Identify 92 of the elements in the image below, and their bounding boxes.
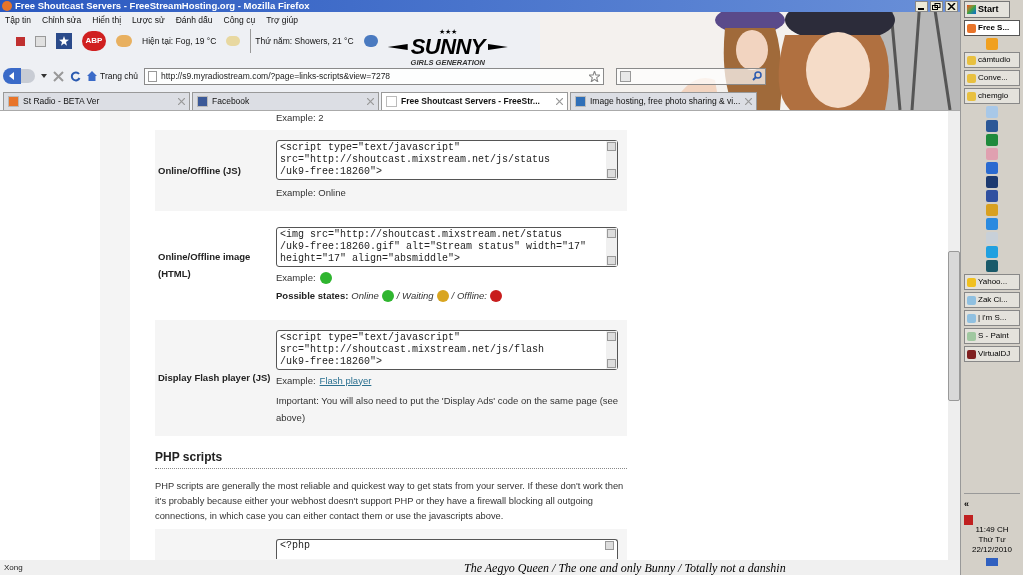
note-text: Example: xyxy=(276,373,316,388)
scrollbar[interactable] xyxy=(606,228,617,266)
app-icon[interactable] xyxy=(986,260,998,272)
app-icon[interactable] xyxy=(986,190,998,202)
code-line: height="17" align="absmiddle"> xyxy=(280,253,462,265)
taskbar-button[interactable]: Free S... xyxy=(964,20,1020,36)
section-heading: PHP scripts xyxy=(155,447,627,469)
menu-item[interactable]: Đánh dấu xyxy=(175,13,213,27)
code-line: src="http://shoutcast.mixstream.net/js/status xyxy=(280,154,552,166)
state-label: Online xyxy=(351,289,379,304)
taskbar-button[interactable]: VirtualDJ xyxy=(964,346,1020,362)
tab-label: Free Shoutcast Servers - FreeStr... xyxy=(401,95,541,108)
minimize-icon[interactable] xyxy=(915,0,928,12)
scrollbar[interactable] xyxy=(606,141,617,179)
code-line: /uk9-free:18260"> xyxy=(280,355,384,368)
app-icon[interactable] xyxy=(986,162,998,174)
search-icon[interactable] xyxy=(751,71,762,81)
taskbar-button[interactable]: S - Paint xyxy=(964,328,1020,344)
state-label: / Waiting xyxy=(396,289,434,304)
tab-label: Facebook xyxy=(212,95,251,108)
row-label: Online/Offline image (HTML) xyxy=(158,250,252,282)
scrollbar[interactable] xyxy=(948,111,960,560)
note-text: Example: Online xyxy=(276,186,347,200)
note-text: Example: xyxy=(276,271,316,285)
clock-date: 22/12/2010 xyxy=(971,544,1012,555)
menu-item[interactable]: Chỉnh sửa xyxy=(42,13,82,27)
clock-day: Thứ Tư xyxy=(978,534,1006,545)
code-box[interactable]: <?php xyxy=(276,538,618,559)
code-line: /uk9-free:18260"> xyxy=(280,166,384,178)
status-text: Xong xyxy=(4,561,24,574)
restore-icon[interactable] xyxy=(930,0,943,12)
url-text: http://s9.myradiostream.com/?page=links-scripts&view=7278 xyxy=(160,69,391,83)
taskbar-button[interactable]: | i'm S... xyxy=(964,310,1020,326)
tab-label: Image hosting, free photo sharing & vi... xyxy=(590,95,741,108)
note-text: Important: You will also need to put the 'Display Ads' code on the same page (see above) xyxy=(276,393,620,425)
tab-label: St Radio - BETA Ver xyxy=(23,95,101,108)
caption-text: The Aegyo Queen / The one and only Bunny / Totally not a danshin xyxy=(464,559,786,575)
menu-item[interactable]: Lược sử xyxy=(132,13,165,27)
code-line: <img src="http://shoutcast.mixstream.net/status xyxy=(280,229,564,241)
code-line: <script type="text/javascript" xyxy=(280,142,462,154)
page-icon xyxy=(147,70,157,82)
code-line: /uk9-free:18260.gif" alt="Stream status" width="17" xyxy=(280,241,588,253)
dropdown-icon[interactable] xyxy=(41,74,47,78)
menu-item[interactable]: Hiển thị xyxy=(92,13,122,27)
tray-icon[interactable] xyxy=(964,514,973,525)
weather-now: Hiện tại: Fog, 19 °C xyxy=(142,34,217,48)
clock-time: 11:49 CH xyxy=(975,524,1009,535)
app-icon[interactable] xyxy=(986,120,998,132)
code-box[interactable]: <script type="text/javascript" src="http://shoutcast.mixstream.net/js/status /uk9-free:18260"> xyxy=(276,140,618,180)
states-label: Possible states: xyxy=(276,289,349,304)
close-icon[interactable] xyxy=(945,0,958,12)
menu-item[interactable]: Tập tin xyxy=(5,13,31,27)
taskbar-button[interactable]: Zak Ci... xyxy=(964,292,1020,308)
taskbar-button[interactable]: cámtudio xyxy=(964,52,1020,68)
taskbar-button[interactable]: chemgio xyxy=(964,88,1020,104)
app-icon[interactable] xyxy=(986,218,998,230)
menu-item[interactable]: Công cụ xyxy=(223,13,256,27)
code-line: src="http://shoutcast.mixstream.net/js/flash xyxy=(280,343,546,356)
paragraph: PHP scripts are generally the most reliable and quickest way to get stats from your server. If these don't work then it's probably because either your webhost doesn't support PHP or they have a firewall blocking all outgoing connections, in which case you can either contact them or use the javascripts above. xyxy=(155,479,625,523)
browser-tab[interactable]: Free Shoutcast Servers - FreeStr... xyxy=(381,92,568,110)
address-bar[interactable]: http://s9.myradiostream.com/?page=links-scripts&view=7278 xyxy=(143,67,604,85)
window-title: Free Shoutcast Servers - FreeStreamHosting.org - Mozilla Firefox xyxy=(15,0,310,12)
code-box[interactable]: <script type="text/javascript" src="http://shoutcast.mixstream.net/js/flash /uk9-free:18260"> xyxy=(276,329,618,370)
browser-tab[interactable]: St Radio - BETA Ver xyxy=(3,92,190,110)
weather-tomorrow: Thứ năm: Showers, 21 °C xyxy=(255,34,354,48)
start-button[interactable]: Start xyxy=(964,1,1010,18)
code-box[interactable]: <img src="http://shoutcast.mixstream.net/status /uk9-free:18260.gif" alt="Stream status" width="17" height="17" align="absmiddle"> xyxy=(276,227,618,267)
home-icon xyxy=(87,71,97,81)
logo-name: SUNNY xyxy=(410,36,485,58)
flash-player-link[interactable]: Flash player xyxy=(319,373,372,388)
home-button[interactable]: Trang chủ xyxy=(87,69,138,83)
stop-icon[interactable] xyxy=(53,70,64,82)
expand-tray-icon[interactable]: « xyxy=(964,498,969,512)
scrollbar[interactable] xyxy=(606,330,617,369)
state-label: / Offline: xyxy=(451,289,487,304)
browser-tab[interactable]: Image hosting, free photo sharing & vi... xyxy=(570,92,757,110)
back-icon[interactable] xyxy=(3,68,21,84)
row-label: Display Flash player (JS) xyxy=(158,371,272,386)
taskbar-button[interactable]: Yahoo... xyxy=(964,274,1020,290)
note-text: Example: 2 xyxy=(276,112,325,124)
reload-icon[interactable] xyxy=(70,70,81,82)
app-icon[interactable] xyxy=(986,134,998,146)
browser-tab[interactable]: Facebook xyxy=(192,92,379,110)
menu-item[interactable]: Trợ giúp xyxy=(266,13,298,27)
app-icon[interactable] xyxy=(986,176,998,188)
row-label: Online/Offline (JS) xyxy=(158,164,242,178)
taskbar-button[interactable]: Conve... xyxy=(964,70,1020,86)
code-line: <script type="text/javascript" xyxy=(280,331,462,344)
star-icon[interactable] xyxy=(56,33,72,49)
desktop-icon[interactable] xyxy=(986,557,998,566)
adblock-button[interactable]: ABP xyxy=(82,31,106,51)
star-icon[interactable] xyxy=(588,70,600,82)
